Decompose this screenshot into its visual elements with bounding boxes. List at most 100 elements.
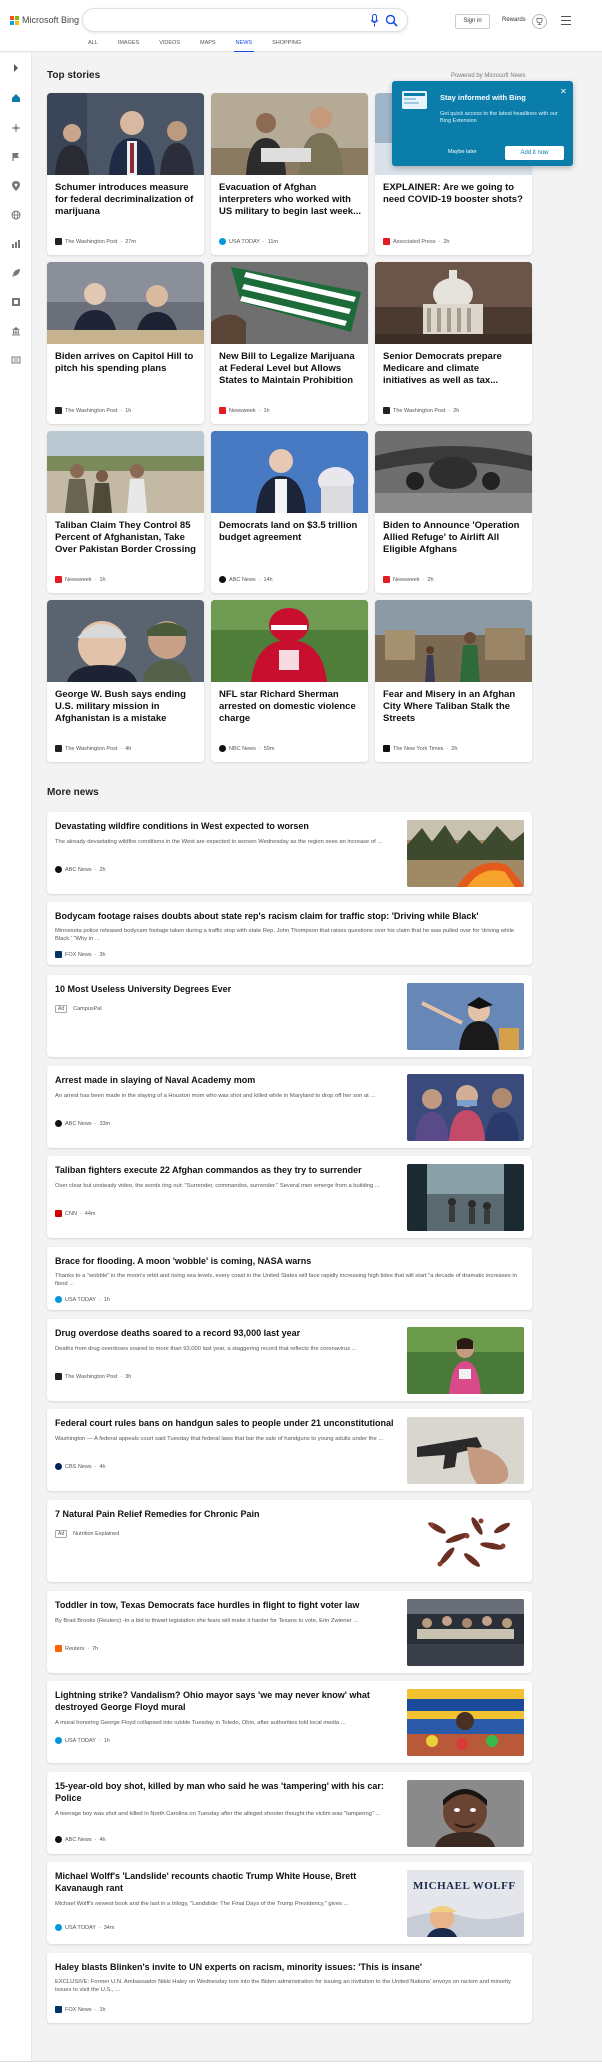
news-title[interactable]: Michael Wolff's 'Landslide' recounts cha… [55,1871,395,1894]
building-icon[interactable] [11,326,21,336]
story-card[interactable]: Senior Democrats prepare Medicare and cl… [375,262,532,424]
story-title[interactable]: Schumer introduces measure for federal d… [55,182,197,219]
news-title[interactable]: Arrest made in slaying of Naval Academy … [55,1075,395,1087]
news-item[interactable]: Devastating wildfire conditions in West … [47,812,532,894]
news-title[interactable]: Haley blasts Blinken's invite to UN expe… [55,1962,520,1974]
story-image [211,431,368,513]
story-title[interactable]: New Bill to Legalize Marijuana at Federa… [219,351,361,388]
ad-label: Ad [55,1530,68,1538]
story-source: NBC News · 59m [219,745,274,752]
news-title[interactable]: Lightning strike? Vandalism? Ohio mayor … [55,1690,395,1713]
news-title[interactable]: 10 Most Useless University Degrees Ever [55,984,395,996]
source-logo-icon [55,1120,62,1127]
story-card[interactable]: Fear and Misery in an Afghan City Where … [375,600,532,762]
news-item[interactable]: Brace for flooding. A moon 'wobble' is c… [47,1247,532,1310]
search-tabs: ALL IMAGES VIDEOS MAPS NEWS SHOPPING [88,40,321,52]
globe-icon[interactable] [11,210,21,220]
sign-in-button[interactable]: Sign in [455,14,490,29]
bing-extension-popup: Stay informed with Bing Get quick access… [392,81,573,166]
news-icon[interactable] [11,355,21,365]
source-logo-icon [55,1463,62,1470]
news-item[interactable]: 7 Natural Pain Relief Remedies for Chron… [47,1500,532,1582]
location-pin-icon[interactable] [11,181,21,191]
story-card[interactable]: Biden arrives on Capitol Hill to pitch h… [47,262,204,424]
story-card[interactable]: NFL star Richard Sherman arrested on dom… [211,600,368,762]
news-item[interactable]: Federal court rules bans on handgun sale… [47,1409,532,1491]
add-it-now-button[interactable]: Add it now [505,146,564,160]
news-item[interactable]: Arrest made in slaying of Naval Academy … [47,1066,532,1148]
tab-shopping[interactable]: SHOPPING [272,40,301,50]
menu-icon[interactable] [561,16,571,25]
news-title[interactable]: Taliban fighters execute 22 Afghan comma… [55,1165,395,1177]
news-item[interactable]: Haley blasts Blinken's invite to UN expe… [47,1953,532,2023]
rocket-icon[interactable] [11,268,21,278]
news-title[interactable]: Brace for flooding. A moon 'wobble' is c… [55,1256,520,1268]
powered-by-label: Powered by Microsoft News [451,73,526,79]
news-item[interactable]: Drug overdose deaths soared to a record … [47,1319,532,1401]
source-logo-icon [219,238,226,245]
story-card[interactable]: Schumer introduces measure for federal d… [47,93,204,255]
story-image [375,431,532,513]
chart-icon[interactable] [11,239,21,249]
tab-all[interactable]: ALL [88,40,98,50]
search-icon[interactable] [385,14,398,27]
story-title[interactable]: Democrats land on $3.5 trillion budget a… [219,520,361,544]
tab-images[interactable]: IMAGES [118,40,139,50]
news-item[interactable]: Bodycam footage raises doubts about stat… [47,902,532,965]
tab-videos[interactable]: VIDEOS [159,40,180,50]
source-logo-icon [383,576,390,583]
news-description: Michael Wolff's newest book and the last… [55,1901,349,1907]
news-item[interactable]: Taliban fighters execute 22 Afghan comma… [47,1156,532,1238]
story-card[interactable]: George W. Bush says ending U.S. military… [47,600,204,762]
news-title[interactable]: Bodycam footage raises doubts about stat… [55,911,520,923]
expand-arrow-icon[interactable] [11,63,21,73]
story-title[interactable]: George W. Bush says ending U.S. military… [55,689,197,726]
news-description: EXCLUSIVE: Former U.N. Ambassador Nikki … [55,1979,511,1993]
flag-icon[interactable] [11,152,21,162]
news-title[interactable]: Drug overdose deaths soared to a record … [55,1328,395,1340]
tab-maps[interactable]: MAPS [200,40,216,50]
film-icon[interactable] [11,297,21,307]
news-title[interactable]: Toddler in tow, Texas Democrats face hur… [55,1600,395,1612]
news-title[interactable]: 7 Natural Pain Relief Remedies for Chron… [55,1509,395,1521]
news-item[interactable]: 15-year-old boy shot, killed by man who … [47,1772,532,1854]
maybe-later-button[interactable]: Maybe later [448,149,477,155]
story-title[interactable]: Biden to Announce 'Operation Allied Refu… [383,520,525,557]
story-title[interactable]: Biden arrives on Capitol Hill to pitch h… [55,351,197,375]
microphone-icon[interactable] [370,14,379,27]
news-title[interactable]: 15-year-old boy shot, killed by man who … [55,1781,395,1804]
story-card[interactable]: Biden to Announce 'Operation Allied Refu… [375,431,532,593]
story-card[interactable]: Taliban Claim They Control 85 Percent of… [47,431,204,593]
tab-news[interactable]: NEWS [233,40,254,52]
story-title[interactable]: Fear and Misery in an Afghan City Where … [383,689,525,726]
story-title[interactable]: Evacuation of Afghan interpreters who wo… [219,182,361,219]
story-card[interactable]: Democrats land on $3.5 trillion budget a… [211,431,368,593]
news-title[interactable]: Federal court rules bans on handgun sale… [55,1418,395,1430]
story-card[interactable]: New Bill to Legalize Marijuana at Federa… [211,262,368,424]
news-item[interactable]: 10 Most Useless University Degrees Ever … [47,975,532,1057]
news-source: Ad CampusPal [55,1005,102,1013]
home-icon[interactable] [11,93,21,103]
microsoft-logo-icon [10,15,19,25]
story-source: The Washington Post · 27m [55,238,136,245]
news-item[interactable]: Michael Wolff's 'Landslide' recounts cha… [47,1862,532,1944]
source-logo-icon [55,1296,62,1303]
news-title[interactable]: Devastating wildfire conditions in West … [55,821,395,833]
news-thumbnail [407,1164,524,1231]
news-description: A mural honoring George Floyd collapsed … [55,1720,346,1726]
story-title[interactable]: Senior Democrats prepare Medicare and cl… [383,351,525,388]
sparkle-icon[interactable] [11,123,21,133]
story-title[interactable]: EXPLAINER: Are we going to need COVID-19… [383,182,525,206]
story-card[interactable]: Evacuation of Afghan interpreters who wo… [211,93,368,255]
trophy-icon[interactable] [532,14,547,29]
story-title[interactable]: NFL star Richard Sherman arrested on dom… [219,689,361,726]
story-title[interactable]: Taliban Claim They Control 85 Percent of… [55,520,197,557]
search-input[interactable] [82,8,408,32]
rewards-link[interactable]: Rewards [502,17,526,23]
story-image [375,600,532,682]
news-item[interactable]: Toddler in tow, Texas Democrats face hur… [47,1591,532,1673]
close-icon[interactable]: ✕ [560,87,567,96]
bing-logo[interactable]: Microsoft Bing [10,15,79,25]
news-description: Minnesota police released bodycam footag… [55,928,515,942]
news-item[interactable]: Lightning strike? Vandalism? Ohio mayor … [47,1681,532,1763]
